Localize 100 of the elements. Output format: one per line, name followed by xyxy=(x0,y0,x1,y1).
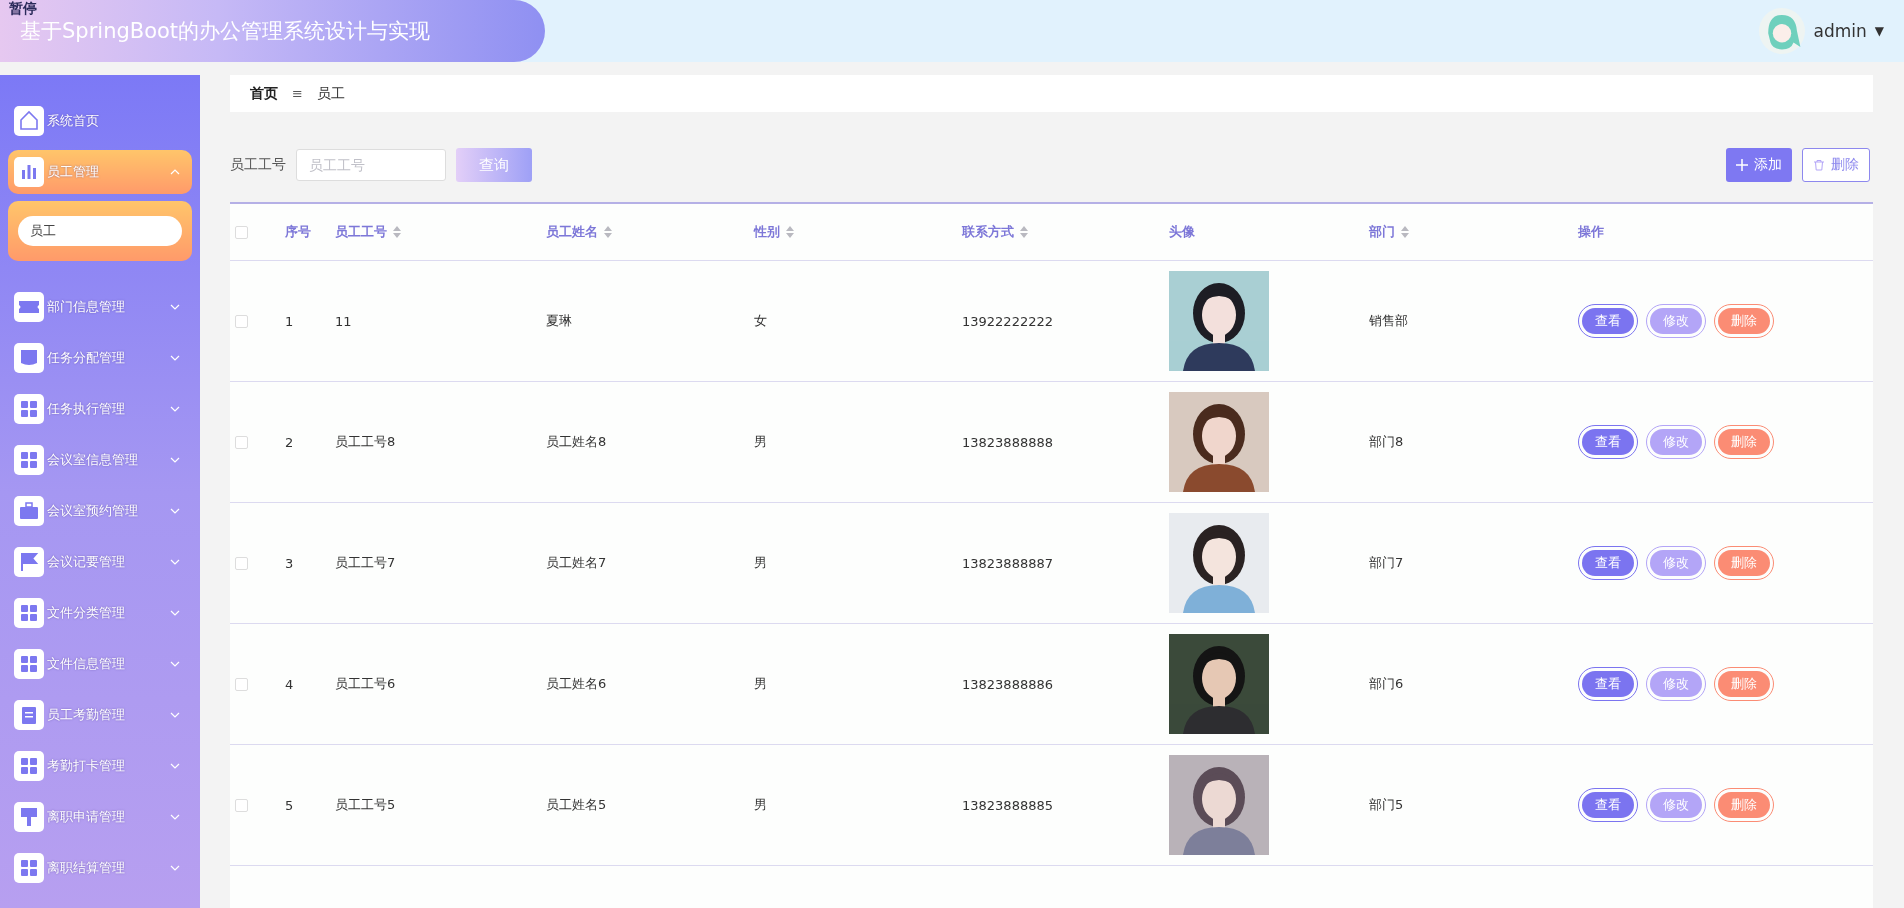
search-label: 员工工号 xyxy=(230,156,286,174)
sidebar-item[interactable]: 考勤打卡管理 xyxy=(8,744,192,788)
chevron-up-icon xyxy=(170,169,180,175)
pause-label: 暂停 xyxy=(9,1,37,16)
table-cell: 男 xyxy=(754,675,767,693)
select-all-checkbox[interactable] xyxy=(235,225,248,239)
sort-icon[interactable] xyxy=(1020,226,1028,238)
column-header[interactable]: 部门 xyxy=(1369,223,1409,241)
chevron-down-icon xyxy=(170,865,180,871)
table-cell: 男 xyxy=(754,554,767,572)
table-cell: 部门6 xyxy=(1369,675,1404,693)
chevron-down-icon xyxy=(170,661,180,667)
plus-icon xyxy=(1736,159,1748,171)
table-cell: 员工姓名6 xyxy=(546,675,607,693)
sidebar-item[interactable]: 员工考勤管理 xyxy=(8,693,192,737)
chevron-down-icon xyxy=(170,712,180,718)
table-cell: 3 xyxy=(285,555,294,571)
chevron-down-icon xyxy=(170,355,180,361)
table-cell: 男 xyxy=(754,796,767,814)
grid-icon xyxy=(14,598,44,628)
row-checkbox[interactable] xyxy=(235,556,248,570)
table-cell: 员工工号7 xyxy=(335,554,396,572)
sidebar-item[interactable]: 系统首页 xyxy=(8,99,192,143)
table-cell: 员工姓名7 xyxy=(546,554,607,572)
row-checkbox[interactable] xyxy=(235,435,248,449)
table-cell: 13823888885 xyxy=(962,797,1053,813)
column-header[interactable]: 员工姓名 xyxy=(546,223,612,241)
column-header: 序号 xyxy=(285,223,311,241)
column-header[interactable]: 性别 xyxy=(754,223,794,241)
table-cell: 13823888888 xyxy=(962,434,1053,450)
sidebar-item[interactable]: 离职结算管理 xyxy=(8,846,192,890)
sidebar-item[interactable]: 会议室信息管理 xyxy=(8,438,192,482)
sort-icon[interactable] xyxy=(604,226,612,238)
ticket-icon xyxy=(14,292,44,322)
table-cell: 员工姓名8 xyxy=(546,433,607,451)
table-cell: 5 xyxy=(285,797,294,813)
table-cell: 夏琳 xyxy=(546,312,572,330)
table-cell: 13823888886 xyxy=(962,676,1053,692)
bar-chart-icon xyxy=(14,157,44,187)
grid-icon xyxy=(14,649,44,679)
grid-icon xyxy=(14,445,44,475)
row-checkbox[interactable] xyxy=(235,798,248,812)
sidebar-item[interactable]: 文件信息管理 xyxy=(8,642,192,686)
breadcrumb-separator: ≡ xyxy=(292,86,303,101)
sort-icon[interactable] xyxy=(786,226,794,238)
table-cell: 2 xyxy=(285,434,294,450)
table-cell: 13823888887 xyxy=(962,555,1053,571)
chevron-down-icon xyxy=(170,814,180,820)
query-button[interactable]: 查询 xyxy=(456,148,532,182)
table-cell: 员工工号8 xyxy=(335,433,396,451)
sort-icon[interactable] xyxy=(393,226,401,238)
system-title: 基于SpringBoot的办公管理系统设计与实现 xyxy=(20,18,431,45)
table-cell: 11 xyxy=(335,313,352,329)
sidebar-item[interactable]: 离职申请管理 xyxy=(8,795,192,839)
chevron-down-icon xyxy=(170,508,180,514)
sidebar-item[interactable]: 任务分配管理 xyxy=(8,336,192,380)
table-cell: 男 xyxy=(754,433,767,451)
user-name[interactable]: admin xyxy=(1813,21,1867,41)
sidebar-item[interactable]: 会议室预约管理 xyxy=(8,489,192,533)
table-cell: 13922222222 xyxy=(962,313,1053,329)
row-checkbox[interactable] xyxy=(235,314,248,328)
add-button[interactable]: 添加 xyxy=(1726,148,1792,182)
briefcase-icon xyxy=(14,496,44,526)
clipboard-icon xyxy=(14,700,44,730)
table-cell: 1 xyxy=(285,313,294,329)
grid-icon xyxy=(14,751,44,781)
chevron-down-icon xyxy=(170,304,180,310)
table-cell: 员工工号5 xyxy=(335,796,396,814)
chevron-down-icon xyxy=(170,406,180,412)
sidebar-item[interactable]: 部门信息管理 xyxy=(8,285,192,329)
sidebar-item[interactable]: 任务执行管理 xyxy=(8,387,192,431)
caret-icon[interactable]: ▼ xyxy=(1874,24,1884,38)
tray-icon xyxy=(14,343,44,373)
grid-icon xyxy=(14,394,44,424)
table-cell: 女 xyxy=(754,312,767,330)
table-cell: 部门7 xyxy=(1369,554,1404,572)
chevron-down-icon xyxy=(170,559,180,565)
column-header[interactable]: 联系方式 xyxy=(962,223,1028,241)
column-header: 操作 xyxy=(1578,223,1604,241)
column-header[interactable]: 员工工号 xyxy=(335,223,401,241)
table-cell: 4 xyxy=(285,676,294,692)
search-field[interactable]: 员工工号 xyxy=(296,149,446,181)
column-header: 头像 xyxy=(1169,223,1195,241)
sidebar-item[interactable]: 员工管理 xyxy=(8,150,192,194)
flag-icon xyxy=(14,547,44,577)
submenu-item[interactable]: 员工 xyxy=(18,216,182,246)
sidebar-item[interactable]: 文件分类管理 xyxy=(8,591,192,635)
trash-icon xyxy=(1813,159,1825,171)
table-cell: 部门5 xyxy=(1369,796,1404,814)
table-cell: 部门8 xyxy=(1369,433,1404,451)
delete-button[interactable]: 删除 xyxy=(1802,148,1870,182)
table-cell: 销售部 xyxy=(1369,312,1408,330)
row-checkbox[interactable] xyxy=(235,677,248,691)
sidebar-item[interactable]: 会议记要管理 xyxy=(8,540,192,584)
table-cell: 员工工号6 xyxy=(335,675,396,693)
sort-icon[interactable] xyxy=(1401,226,1409,238)
brush-icon xyxy=(14,802,44,832)
home-icon xyxy=(14,106,44,136)
user-avatar[interactable] xyxy=(1759,8,1806,54)
breadcrumb-link[interactable]: 首页 xyxy=(250,84,278,103)
